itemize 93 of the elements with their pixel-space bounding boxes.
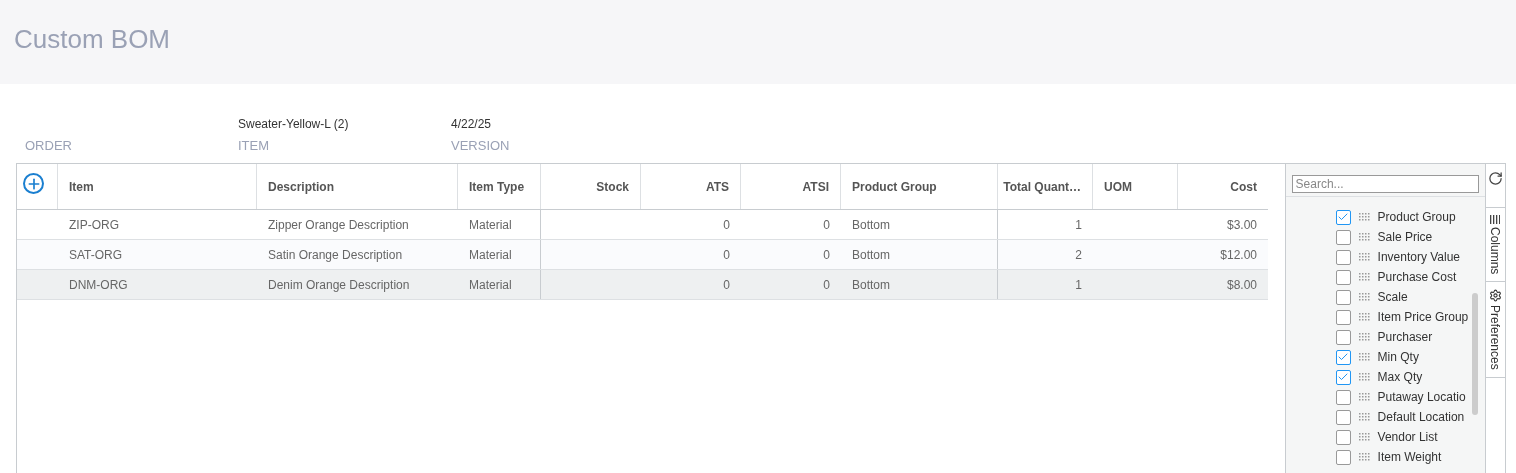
check-icon bbox=[1337, 371, 1350, 383]
scrollbar[interactable] bbox=[1471, 293, 1478, 415]
table-cell-text: Material bbox=[469, 216, 512, 234]
side-tab[interactable]: Preferences bbox=[1485, 282, 1505, 379]
table-cell-text: Satin Orange Description bbox=[268, 246, 403, 264]
column-header[interactable]: Product Group bbox=[852, 177, 937, 196]
table-cell-text: $3.00 bbox=[1226, 216, 1257, 234]
column-option[interactable]: Putaway Locatio bbox=[1377, 388, 1466, 406]
drag-handle-icon[interactable] bbox=[1358, 393, 1370, 401]
field-value: 4/22/25 bbox=[451, 117, 492, 131]
checkbox[interactable] bbox=[1335, 269, 1351, 285]
field-label: ORDER bbox=[25, 137, 73, 155]
table-cell-text: 1 bbox=[1075, 276, 1082, 294]
drag-handle-icon[interactable] bbox=[1358, 293, 1370, 301]
table-cell-text: DNM-ORG bbox=[69, 276, 128, 294]
column-option[interactable]: Default Location bbox=[1377, 408, 1465, 426]
column-header[interactable]: Item bbox=[69, 177, 94, 196]
table-cell-text: Zipper Orange Description bbox=[268, 216, 409, 234]
drag-handle-icon[interactable] bbox=[1358, 333, 1370, 341]
table-cell-text: 0 bbox=[723, 276, 730, 294]
drag-handle-icon[interactable] bbox=[1358, 253, 1370, 261]
drag-handle-icon[interactable] bbox=[1358, 313, 1370, 321]
search-field[interactable]: Search... bbox=[1291, 175, 1479, 193]
settings-icon bbox=[1488, 289, 1502, 303]
drag-handle-icon[interactable] bbox=[1358, 413, 1370, 421]
table-row[interactable]: SAT-ORG Satin Orange Description Material 0 0 Bottom 2 $12.00 bbox=[17, 240, 1268, 270]
column-option[interactable]: Scale bbox=[1377, 288, 1408, 306]
table-cell-text: 0 bbox=[823, 246, 830, 264]
checkbox[interactable] bbox=[1335, 449, 1351, 465]
table-cell-text: Bottom bbox=[852, 216, 890, 234]
columns-icon bbox=[1490, 215, 1501, 224]
drag-handle-icon[interactable] bbox=[1358, 373, 1370, 381]
table-cell-text: SAT-ORG bbox=[69, 246, 123, 264]
column-header[interactable]: Item Type bbox=[469, 177, 525, 196]
column-header[interactable]: UOM bbox=[1104, 177, 1132, 196]
checkbox[interactable] bbox=[1335, 389, 1351, 405]
field-label: VERSION bbox=[451, 137, 511, 155]
column-header[interactable]: Description bbox=[268, 177, 334, 196]
drag-handle-icon[interactable] bbox=[1358, 273, 1370, 281]
table-cell-text: Material bbox=[469, 246, 512, 264]
table-cell-text: Bottom bbox=[852, 276, 890, 294]
checkbox[interactable] bbox=[1335, 229, 1351, 245]
table-cell-text: Bottom bbox=[852, 246, 890, 264]
field-label: ITEM bbox=[238, 137, 271, 155]
table-cell-text: $8.00 bbox=[1226, 276, 1257, 294]
table-cell-text: Material bbox=[469, 276, 512, 294]
checkbox[interactable] bbox=[1335, 209, 1351, 225]
column-header[interactable]: ATSI bbox=[802, 177, 829, 196]
checkbox[interactable] bbox=[1335, 329, 1351, 345]
page-title: Custom BOM bbox=[14, 22, 171, 56]
table-cell-text: Denim Orange Description bbox=[268, 276, 410, 294]
table-cell-text: 0 bbox=[723, 216, 730, 234]
checkbox[interactable] bbox=[1335, 429, 1351, 445]
table-cell-text: 1 bbox=[1075, 216, 1082, 234]
field-value: Sweater-Yellow-L (2) bbox=[238, 117, 349, 131]
table-row[interactable]: DNM-ORG Denim Orange Description Material 0 0 Bottom 1 $8.00 bbox=[17, 270, 1268, 300]
drag-handle-icon[interactable] bbox=[1358, 233, 1370, 241]
checkbox[interactable] bbox=[1335, 309, 1351, 325]
column-option[interactable]: Max Qty bbox=[1377, 368, 1423, 386]
checkbox[interactable] bbox=[1335, 349, 1351, 365]
drag-handle-icon[interactable] bbox=[1358, 453, 1370, 461]
column-option[interactable]: Purchaser bbox=[1377, 328, 1433, 346]
checkbox[interactable] bbox=[1335, 409, 1351, 425]
drag-handle-icon[interactable] bbox=[1358, 213, 1370, 221]
table-row[interactable]: ZIP-ORG Zipper Orange Description Material 0 0 Bottom 1 $3.00 bbox=[17, 210, 1268, 240]
checkbox[interactable] bbox=[1335, 289, 1351, 305]
column-header[interactable]: Cost bbox=[1230, 177, 1257, 196]
table-cell-text: 0 bbox=[823, 216, 830, 234]
column-option[interactable]: Inventory Value bbox=[1377, 248, 1461, 266]
column-option[interactable]: Item Weight bbox=[1377, 448, 1442, 466]
check-icon bbox=[1337, 351, 1350, 363]
table-cell-text: 2 bbox=[1075, 246, 1082, 264]
column-header[interactable]: Stock bbox=[596, 177, 629, 196]
side-tab[interactable]: Columns bbox=[1485, 208, 1505, 283]
check-icon bbox=[1337, 211, 1350, 223]
refresh-icon[interactable] bbox=[1487, 171, 1503, 186]
table-cell-text: ZIP-ORG bbox=[69, 216, 119, 234]
drag-handle-icon[interactable] bbox=[1358, 353, 1370, 361]
table-cell-text: $12.00 bbox=[1220, 246, 1257, 264]
column-header[interactable]: ATS bbox=[705, 177, 729, 196]
checkbox[interactable] bbox=[1335, 369, 1351, 385]
add-button[interactable] bbox=[23, 173, 44, 194]
column-option[interactable]: Purchase Cost bbox=[1377, 268, 1457, 286]
column-option[interactable]: Min Qty bbox=[1377, 348, 1419, 366]
column-option[interactable]: Vendor List bbox=[1377, 428, 1438, 446]
column-option[interactable]: Item Price Group bbox=[1377, 308, 1469, 326]
column-header[interactable]: Total Quant… bbox=[1003, 177, 1081, 196]
table-cell-text: 0 bbox=[723, 246, 730, 264]
drag-handle-icon[interactable] bbox=[1358, 433, 1370, 441]
table-cell-text: 0 bbox=[823, 276, 830, 294]
checkbox[interactable] bbox=[1335, 249, 1351, 265]
column-option[interactable]: Product Group bbox=[1377, 208, 1456, 226]
column-option[interactable]: Sale Price bbox=[1377, 228, 1433, 246]
